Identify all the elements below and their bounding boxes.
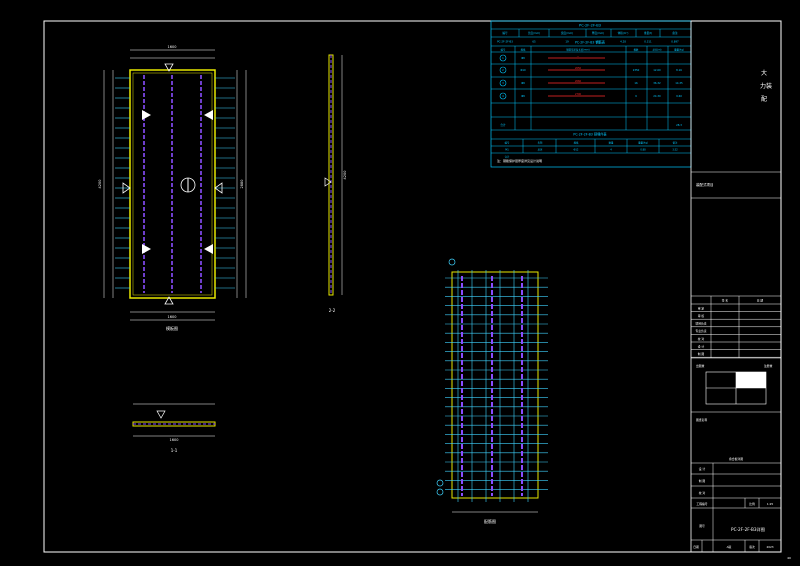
tb-value: 1:25 — [767, 502, 774, 506]
table-cell: 65 — [532, 40, 536, 44]
side-text-3: 配 — [761, 96, 767, 103]
tb-seal-label: 注册章 — [764, 364, 773, 368]
dim-bottom: 1600 — [168, 315, 177, 319]
tb-sheet-label: 图纸名称 — [696, 418, 707, 422]
rebar-weight: 9.60 — [676, 94, 682, 98]
table-cell: 19 — [565, 40, 569, 44]
table-col-header: 编号 — [502, 31, 508, 35]
rebar-count: 2350 — [633, 68, 640, 72]
rebar-shape: 2700 — [575, 93, 582, 96]
table-col-header: 备注 — [672, 31, 678, 35]
rebar-length: 36.32 — [653, 81, 661, 85]
side-text-2: 力装 — [760, 82, 772, 90]
tb-stamp-label: 出图章 — [696, 364, 705, 368]
dim-inner-height: 2880 — [240, 180, 244, 189]
embed-col-header: 备注 — [673, 141, 678, 145]
embed-cell: 吊环 — [538, 148, 543, 152]
rebar-plan-title: 配筋图 — [484, 518, 496, 524]
table-cell: PC-2F-2F-B3 — [497, 40, 513, 44]
rebar-spec: Φ10 — [520, 68, 526, 72]
tb-label: 图号 — [699, 524, 705, 528]
tb-value: A版 — [727, 545, 732, 549]
rebar-weight: 14.35 — [675, 81, 683, 85]
table-col-header: 厚度(mm) — [592, 31, 604, 35]
table-col-header: 长度(mm) — [528, 31, 540, 35]
tb-row-label: 设 计 — [698, 344, 705, 348]
tb-row-label: 审 核 — [698, 314, 705, 318]
section-1-title: 1-1 — [171, 448, 178, 453]
embed-cell: M1 — [505, 149, 509, 152]
section-2-title: 2-2 — [329, 308, 336, 313]
rebar-col-header: 总长(m) — [653, 48, 662, 52]
rebar-col-header: 编号 — [501, 48, 506, 52]
plan-view-title: 模板图 — [166, 325, 178, 331]
rebar-col-header: 钢筋形状及长度(mm) — [566, 48, 589, 52]
cad-drawing-sheet: 1600 4200 2880 1600 模板图 4200 2-2 1600 1-… — [0, 0, 800, 566]
tb-label: 工程编号 — [696, 502, 707, 506]
rebar-total-value: 28.3 — [676, 123, 682, 127]
tb-project: 装配式项目 — [696, 182, 714, 187]
tb-label: 比例 — [749, 502, 755, 506]
tb-col-header: 日 期 — [757, 299, 764, 303]
rebar-shape: 2050 — [575, 67, 582, 70]
table-col-header: 体积(m³) — [618, 31, 629, 35]
tb-label: 设 计 — [699, 467, 706, 471]
embed-col-header: 重量(kg) — [638, 141, 648, 145]
tb-drawing-name: PC-2F-2F-B3详图 — [731, 526, 765, 533]
rebar-col-header: 重量(kg) — [674, 48, 684, 52]
table-cell: 4.28 — [620, 40, 626, 44]
table-footnote: 注：钢筋保护层厚度详见设计说明 — [497, 158, 542, 163]
tb-label: 版次 — [749, 545, 755, 549]
tb-row-label: 项目负责 — [695, 322, 706, 326]
table-sub-title-2: PC-2F-2F-B3 预埋件表 — [573, 132, 607, 137]
embed-cell: Φ12 — [574, 149, 579, 152]
dim-width-top: 1600 — [168, 45, 177, 49]
rebar-length: 24.30 — [653, 94, 661, 98]
embed-cell: 0.88 — [640, 149, 646, 152]
embed-col-header: 名称 — [538, 141, 543, 145]
side-text-1: 大 — [761, 69, 767, 77]
rebar-spec: Φ8 — [521, 56, 525, 60]
embed-total: 合计 — [505, 155, 510, 159]
tb-label: 制 图 — [699, 479, 706, 483]
tb-col-header: 签 名 — [722, 299, 729, 303]
table-sub-title-1: PC-2F-2F-B3 钢筋表 — [575, 40, 606, 45]
tb-row-label: 专业负责 — [695, 329, 706, 333]
dim-height: 4200 — [98, 180, 102, 189]
rebar-count: 16 — [634, 81, 638, 85]
dim-section-len: 4200 — [343, 171, 347, 180]
dim-section-w: 1600 — [170, 438, 179, 442]
tb-value: 2023 — [766, 545, 773, 549]
embed-cell: 3.52 — [672, 149, 678, 152]
table-col-header: 重量(t) — [644, 31, 652, 35]
table-cell: 0.897 — [671, 40, 679, 44]
tb-row-label: 审 定 — [698, 306, 705, 310]
tb-label: 校 对 — [699, 491, 706, 495]
rebar-shape: 2060 — [575, 80, 582, 83]
rebar-col-header: 规格 — [521, 48, 526, 52]
tb-label: 日期 — [693, 545, 699, 549]
rebar-spec: Φ8 — [521, 94, 525, 98]
embed-col-header: 编号 — [505, 141, 510, 145]
rebar-total-label: 合计 — [500, 123, 506, 127]
tb-page-number: 40 — [787, 556, 791, 560]
rebar-col-header: 根数 — [634, 48, 639, 52]
tb-row-label: 校 对 — [698, 337, 705, 341]
tb-stamp-fill — [736, 372, 766, 388]
rebar-length: 12.60 — [653, 68, 661, 72]
table-header-title: PC-2F-2F-B3 — [579, 24, 601, 28]
tb-sheet-sub: 叠合板详图 — [729, 457, 743, 461]
embed-col-header: 数量 — [609, 141, 614, 145]
rebar-spec: Φ8 — [521, 81, 525, 85]
rebar-weight: 8.16 — [676, 68, 682, 72]
table-col-header: 宽度(mm) — [561, 31, 573, 35]
tb-row-label: 制 图 — [698, 352, 705, 356]
table-cell: 90 — [596, 40, 600, 44]
table-cell: 0.311 — [644, 40, 652, 44]
embed-col-header: 规格 — [574, 141, 579, 145]
